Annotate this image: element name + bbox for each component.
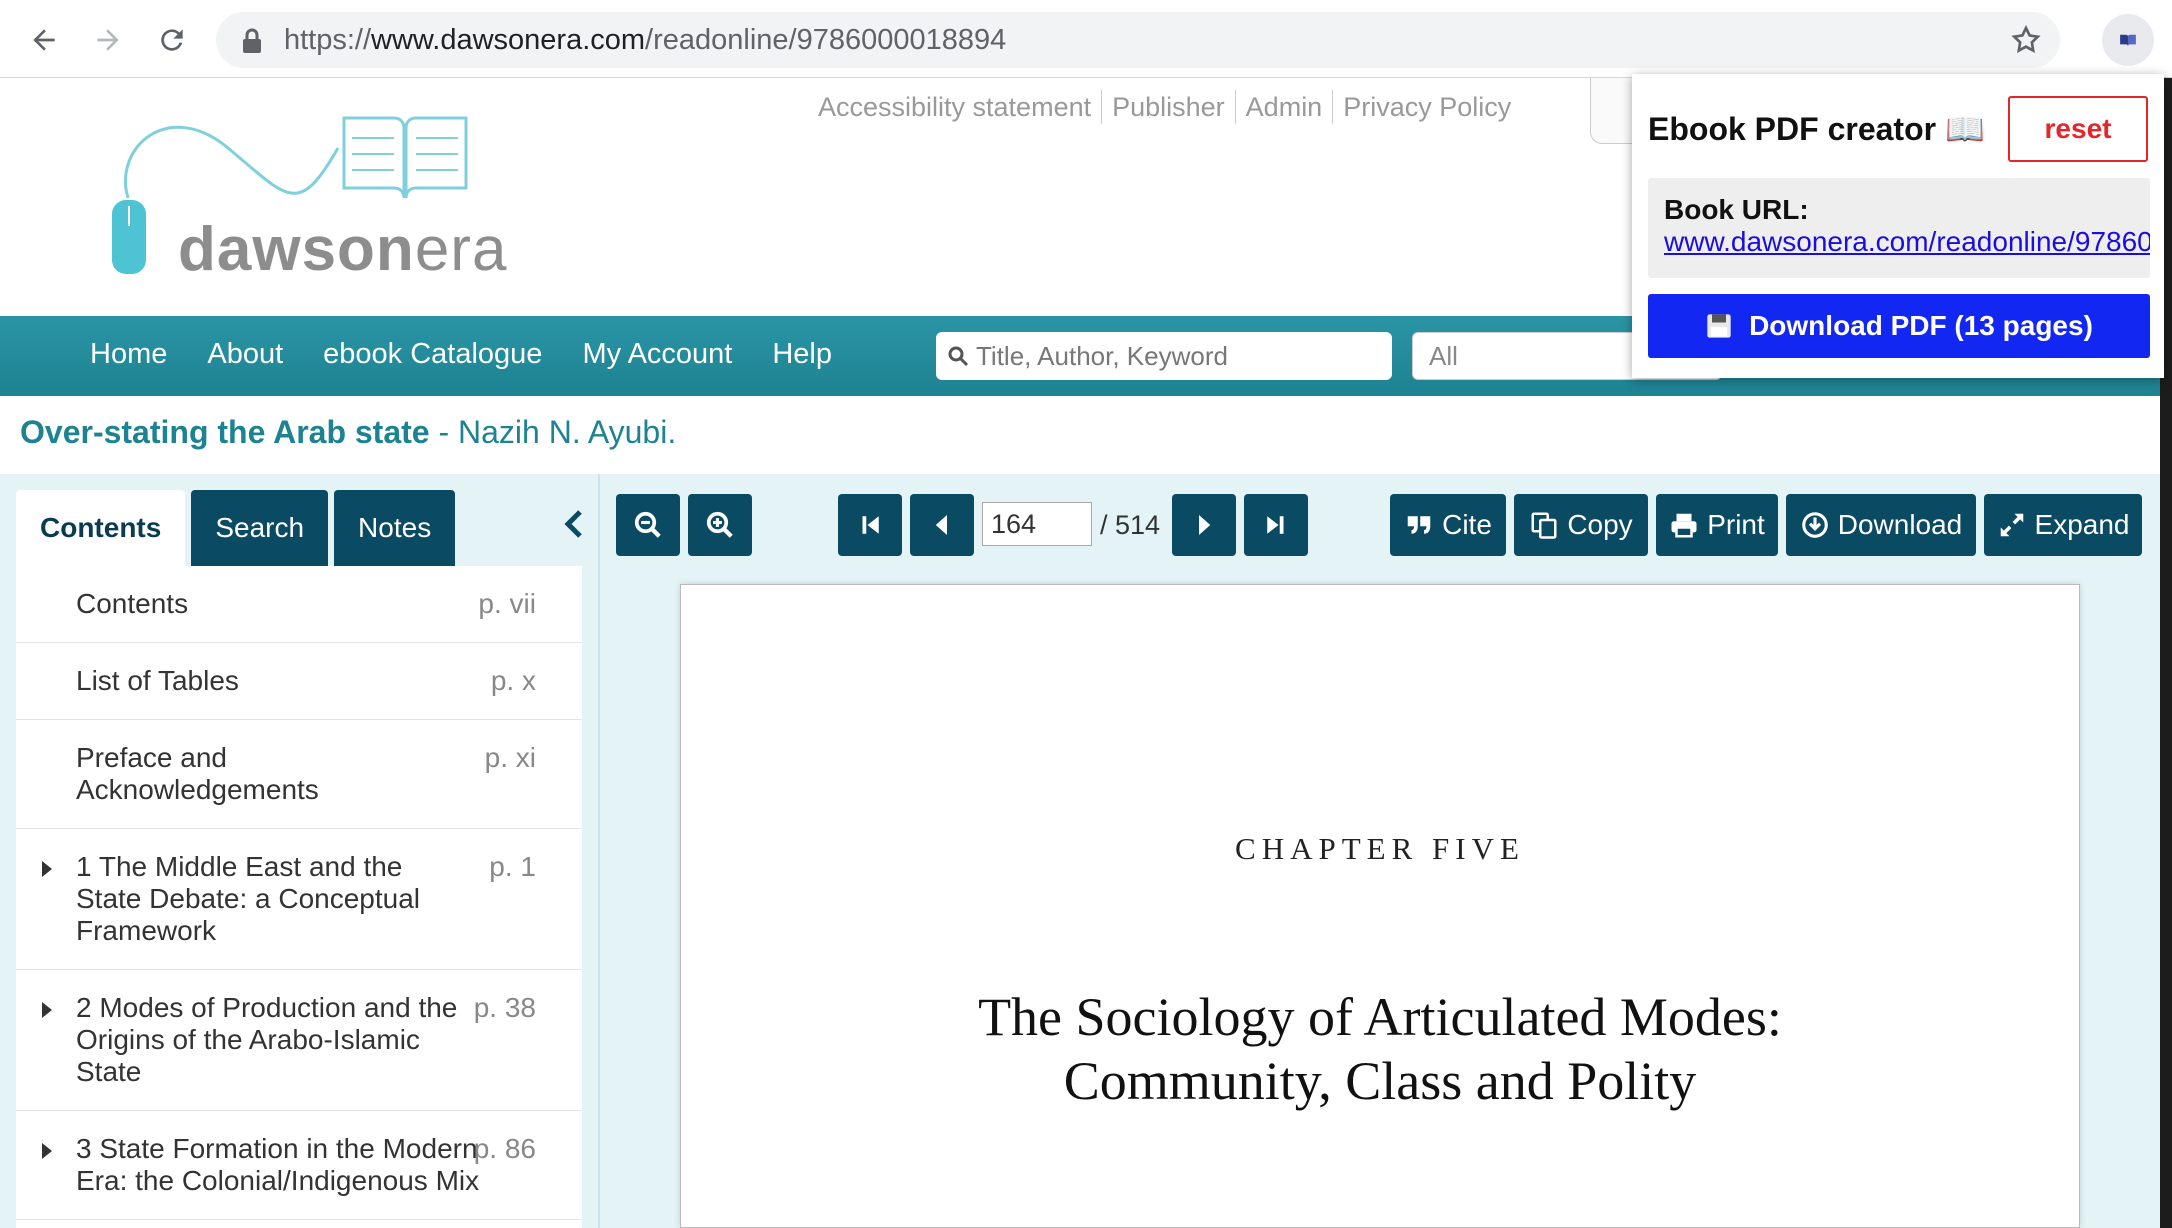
extension-button[interactable]: [2102, 14, 2154, 66]
book-url-label: Book URL:: [1664, 194, 1809, 225]
nav-ebook-catalogue[interactable]: ebook Catalogue: [323, 338, 542, 371]
floppy-disk-icon: [1707, 314, 1731, 338]
chapter-title: The Sociology of Articulated Modes: Comm…: [978, 987, 1782, 1111]
collapse-sidebar-icon[interactable]: [560, 506, 588, 542]
ebook-pdf-creator-popup: Ebook PDF creator 📖 reset Book URL: www.…: [1632, 74, 2164, 378]
toc-item[interactable]: 2 Modes of Production and the Origins of…: [16, 970, 582, 1111]
tab-notes[interactable]: Notes: [334, 490, 456, 566]
search-icon: [948, 346, 969, 367]
privacy-policy-link[interactable]: Privacy Policy: [1333, 90, 1521, 124]
next-page-button[interactable]: [1172, 494, 1236, 556]
toc-item[interactable]: 1 The Middle East and the State Debate: …: [16, 829, 582, 970]
last-page-icon: [1267, 516, 1284, 534]
toc-item[interactable]: 3 State Formation in the Modern Era: the…: [16, 1111, 582, 1220]
expand-triangle-icon[interactable]: [42, 861, 52, 877]
download-button[interactable]: Download: [1786, 494, 1976, 556]
arrow-left-icon: [33, 29, 55, 51]
zoom-in-button[interactable]: [688, 494, 752, 556]
publisher-link[interactable]: Publisher: [1102, 90, 1236, 124]
book-icon: [2120, 34, 2136, 47]
cite-button[interactable]: Cite: [1390, 494, 1506, 556]
sidebar-tabs: Contents Search Notes: [16, 490, 456, 566]
expand-triangle-icon[interactable]: [42, 1143, 52, 1159]
accessibility-link[interactable]: Accessibility statement: [808, 90, 1103, 124]
table-of-contents: Contents p. vii List of Tables p. x Prefac…: [16, 566, 582, 1228]
nav-my-account[interactable]: My Account: [582, 338, 732, 371]
print-button[interactable]: Print: [1656, 494, 1778, 556]
logo-wordmark: dawsonera: [178, 215, 508, 284]
popup-title: Ebook PDF creator 📖: [1648, 111, 1985, 147]
search-input[interactable]: [976, 338, 1376, 374]
panel-divider: [598, 474, 600, 1228]
page-number-input[interactable]: [982, 502, 1092, 546]
expand-arrows-icon: [2000, 513, 2023, 537]
caret-left-icon: [935, 515, 947, 535]
previous-page-button[interactable]: [910, 494, 974, 556]
zoom-out-button[interactable]: [616, 494, 680, 556]
printer-icon: [1671, 513, 1697, 538]
book-heading: Over-stating the Arab state - Nazih N. A…: [20, 414, 677, 450]
site-search: [936, 332, 1392, 380]
download-circle-icon: [1801, 512, 1828, 538]
toc-item[interactable]: Contents p. vii: [16, 566, 582, 643]
nav-help[interactable]: Help: [772, 338, 832, 371]
browser-toolbar: https://www.dawsonera.com/readonline/978…: [0, 0, 2172, 78]
reload-button[interactable]: [146, 14, 198, 66]
url-text: https://www.dawsonera.com/readonline/978…: [284, 24, 1007, 56]
admin-link[interactable]: Admin: [1236, 90, 1334, 124]
nav-about[interactable]: About: [207, 338, 283, 371]
zoom-in-icon: [706, 511, 733, 538]
utility-links: Accessibility statement Publisher Admin …: [808, 90, 1521, 124]
arrow-right-icon: [97, 29, 119, 51]
first-page-button[interactable]: [838, 494, 902, 556]
book-url-box: Book URL: www.dawsonera.com/readonline/9…: [1648, 178, 2150, 278]
book-page: CHAPTER FIVE The Sociology of Articulate…: [680, 584, 2080, 1228]
book-author: Nazih N. Ayubi.: [458, 414, 677, 450]
caret-right-icon: [1199, 515, 1211, 535]
copy-icon: [1531, 512, 1557, 539]
expand-button[interactable]: Expand: [1984, 494, 2142, 556]
reset-button[interactable]: reset: [2008, 96, 2148, 162]
copy-button[interactable]: Copy: [1514, 494, 1648, 556]
toc-item[interactable]: List of Tables p. x: [16, 643, 582, 720]
nav-home[interactable]: Home: [90, 338, 167, 371]
chapter-label: CHAPTER FIVE: [1235, 831, 1525, 866]
bookmark-star-icon[interactable]: [2010, 24, 2042, 56]
last-page-button[interactable]: [1244, 494, 1308, 556]
zoom-out-icon: [634, 511, 661, 538]
tab-contents[interactable]: Contents: [16, 490, 186, 566]
download-pdf-button[interactable]: Download PDF (13 pages): [1648, 294, 2150, 358]
toc-item[interactable]: Preface and Acknowledgements p. xi: [16, 720, 582, 829]
book-title: Over-stating the Arab state: [20, 414, 430, 450]
tab-search[interactable]: Search: [191, 490, 329, 566]
lock-icon: [243, 28, 261, 53]
page-total: / 514: [1100, 510, 1161, 540]
first-page-icon: [862, 516, 879, 534]
quote-icon: [1407, 516, 1431, 534]
book-url-link[interactable]: www.dawsonera.com/readonline/97860000188…: [1664, 226, 2150, 258]
forward-button[interactable]: [82, 14, 134, 66]
back-button[interactable]: [18, 14, 70, 66]
expand-triangle-icon[interactable]: [42, 1002, 52, 1018]
reload-icon: [161, 29, 183, 51]
address-bar[interactable]: https://www.dawsonera.com/readonline/978…: [216, 12, 2060, 68]
